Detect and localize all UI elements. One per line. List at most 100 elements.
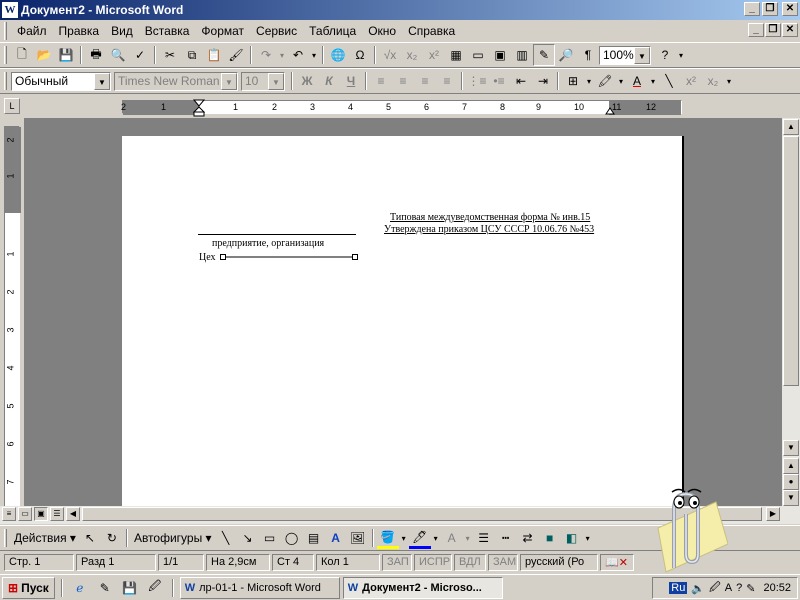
language-indicator[interactable]: Ru <box>669 582 688 594</box>
draw-font-color-icon[interactable]: A <box>441 527 463 549</box>
spelling-status-icon[interactable]: 📖✕ <box>600 553 634 571</box>
cut-icon[interactable]: ✂ <box>159 44 181 66</box>
shop-line-shape[interactable] <box>220 252 360 262</box>
bold-button[interactable]: Ж <box>296 70 318 92</box>
doc-map-icon[interactable]: 🔎 <box>555 44 577 66</box>
office-assistant-icon[interactable] <box>636 480 728 574</box>
web-view-icon[interactable]: ▭ <box>18 507 32 521</box>
insert-table-icon[interactable]: ▦ <box>445 44 467 66</box>
doc-close-button[interactable]: ✕ <box>782 23 798 37</box>
oval-icon[interactable]: ◯ <box>281 527 303 549</box>
insert-frame-icon[interactable]: ▭ <box>467 44 489 66</box>
line-color-icon[interactable]: 🖊 <box>408 527 431 549</box>
equation-icon[interactable]: √x <box>379 44 401 66</box>
menu-insert[interactable]: Вставка <box>139 22 196 40</box>
internet-explorer-icon[interactable]: ℯ <box>69 577 91 599</box>
print-icon[interactable]: 🖶 <box>85 44 107 66</box>
menu-table[interactable]: Таблица <box>303 22 362 40</box>
menu-help[interactable]: Справка <box>402 22 461 40</box>
menu-grip[interactable] <box>4 22 7 40</box>
right-indent-marker-icon[interactable] <box>605 105 615 115</box>
organization-caption[interactable]: предприятие, организация <box>212 238 324 249</box>
autoshapes-menu[interactable]: Автофигуры ▾ <box>131 527 215 549</box>
scroll-left-icon[interactable]: ◀ <box>66 507 80 521</box>
chevron-down-icon[interactable]: ▼ <box>94 72 110 90</box>
3d-icon[interactable]: ◧ <box>561 527 583 549</box>
channels-icon[interactable]: 🖉 <box>144 577 166 599</box>
dash-style-icon[interactable]: ┅ <box>495 527 517 549</box>
format-painter-icon[interactable]: 🖌 <box>225 44 247 66</box>
paste-icon[interactable]: 📋 <box>203 44 225 66</box>
document-page[interactable]: Типовая междуведомственная форма № инв.1… <box>122 136 684 506</box>
show-formatting-icon[interactable]: ¶ <box>577 44 599 66</box>
toolbar-options-icon[interactable]: ▾ <box>676 44 686 66</box>
status-record-macro[interactable]: ЗАП <box>382 553 412 571</box>
copy-icon[interactable]: ⧉ <box>181 44 203 66</box>
subscript-icon[interactable]: x₂ <box>401 44 423 66</box>
line-icon[interactable]: ╲ <box>215 527 237 549</box>
form-title-text[interactable]: Типовая междуведомственная форма № инв.1… <box>390 212 590 223</box>
taskbar-item-document2[interactable]: W Документ2 - Microso... <box>342 576 503 599</box>
justify-icon[interactable]: ≡ <box>436 70 458 92</box>
approved-text[interactable]: Утверждена приказом ЦСУ СССР 10.06.76 №4… <box>384 224 594 235</box>
select-objects-icon[interactable]: ↖ <box>79 527 101 549</box>
shadow-icon[interactable]: ■ <box>539 527 561 549</box>
doc-minimize-button[interactable]: _ <box>748 23 764 37</box>
normal-view-icon[interactable]: ≡ <box>2 507 16 521</box>
redo-icon[interactable]: ↷ <box>255 44 277 66</box>
volume-icon[interactable]: 🔈 <box>691 582 705 595</box>
format-superscript-icon[interactable]: x² <box>680 70 702 92</box>
insert-picture-icon[interactable]: ▣ <box>489 44 511 66</box>
chevron-down-icon[interactable]: ▼ <box>634 46 650 64</box>
taskbar-item-lr-01[interactable]: W лр-01-1 - Microsoft Word <box>179 576 340 599</box>
arrow-icon[interactable]: ↘ <box>237 527 259 549</box>
tray-help-icon[interactable]: ? <box>736 582 742 594</box>
outline-view-icon[interactable]: ☰ <box>50 507 64 521</box>
zoom-dropdown[interactable]: 100% ▼ <box>599 45 651 65</box>
help-icon[interactable]: ? <box>654 44 676 66</box>
title-bar[interactable]: W Документ2 - Microsoft Word _ ❐ ✕ <box>0 0 800 20</box>
tray-app-icon[interactable]: 🖉 <box>709 579 721 598</box>
fill-color-icon[interactable]: 🪣 <box>376 527 399 549</box>
quick-launch-icon[interactable]: ✎ <box>94 577 116 599</box>
highlight-dropdown-icon[interactable]: ▾ <box>616 70 626 92</box>
toolbar-grip[interactable] <box>4 529 7 547</box>
free-rotate-icon[interactable]: ↻ <box>101 527 123 549</box>
status-language[interactable]: русский (Ро <box>520 553 598 571</box>
font-dropdown[interactable]: Times New Roman ▼ <box>114 71 238 91</box>
tray-office-icon[interactable]: ✎ <box>746 582 755 595</box>
undo-dropdown-icon[interactable]: ▾ <box>309 44 319 66</box>
menu-window[interactable]: Окно <box>362 22 402 40</box>
close-button[interactable]: ✕ <box>782 2 798 16</box>
borders-icon[interactable]: ⊞ <box>562 70 584 92</box>
next-page-icon[interactable]: ▼ <box>783 490 799 506</box>
toolbar-grip[interactable] <box>4 72 7 90</box>
format-subscript-icon[interactable]: x₂ <box>702 70 724 92</box>
font-color-dropdown-icon[interactable]: ▾ <box>648 70 658 92</box>
draw-font-color-dropdown-icon[interactable]: ▾ <box>463 527 473 549</box>
status-extend-selection[interactable]: ВДЛ <box>454 553 486 571</box>
clipart-icon[interactable]: 🖼 <box>347 527 369 549</box>
shop-label[interactable]: Цех <box>199 252 216 263</box>
new-document-icon[interactable]: 🗋 <box>11 44 33 66</box>
print-preview-icon[interactable]: 🔍 <box>107 44 129 66</box>
save-icon[interactable]: 💾 <box>55 44 77 66</box>
start-button[interactable]: ⊞ Пуск <box>2 576 55 599</box>
decrease-indent-icon[interactable]: ⇤ <box>510 70 532 92</box>
word-app-icon[interactable]: W <box>2 2 18 18</box>
align-left-icon[interactable]: ≡ <box>370 70 392 92</box>
tray-font-icon[interactable]: A <box>725 582 732 594</box>
print-layout-icon[interactable]: ▣ <box>34 507 48 521</box>
open-folder-icon[interactable]: 📂 <box>33 44 55 66</box>
menu-file[interactable]: Файл <box>11 22 53 40</box>
status-track-changes[interactable]: ИСПР <box>414 553 452 571</box>
hyperlink-icon[interactable]: 🌐 <box>327 44 349 66</box>
fill-color-dropdown-icon[interactable]: ▾ <box>399 527 409 549</box>
rectangle-icon[interactable]: ▭ <box>259 527 281 549</box>
indent-marker-icon[interactable] <box>193 99 205 117</box>
horizontal-ruler[interactable]: 2 1 1 2 3 4 5 6 7 8 9 10 11 12 <box>121 99 682 117</box>
bullets-icon[interactable]: •≡ <box>488 70 510 92</box>
highlight-icon[interactable]: 🖍 <box>594 70 616 92</box>
numbering-icon[interactable]: ⋮≡ <box>466 70 488 92</box>
align-center-icon[interactable]: ≡ <box>392 70 414 92</box>
